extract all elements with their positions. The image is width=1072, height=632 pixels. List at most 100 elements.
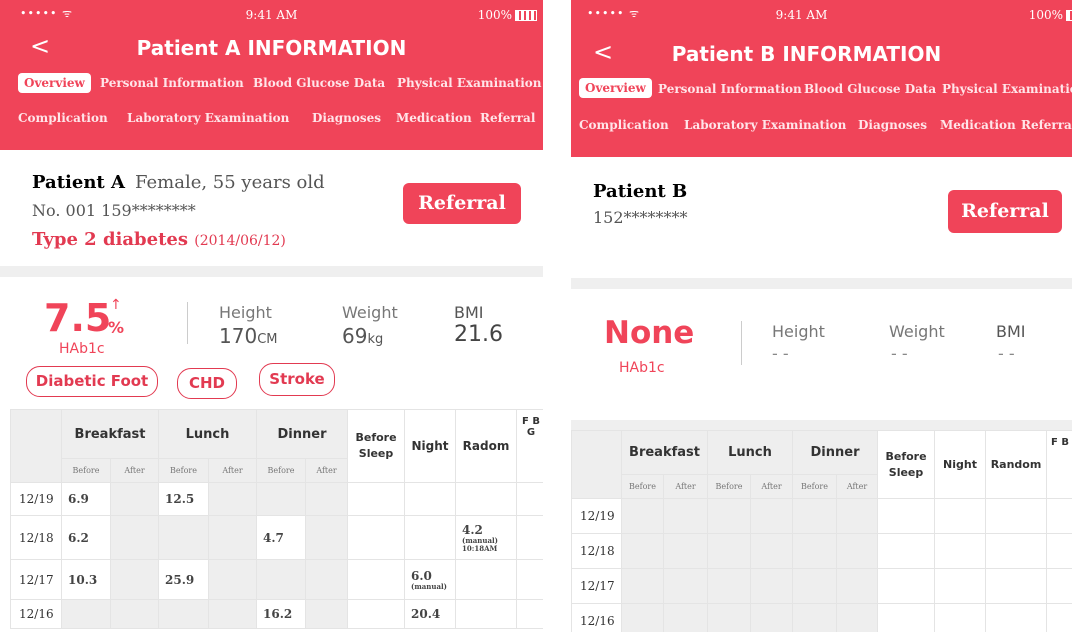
patient-b-panel: ••••• ᯤ 9:41 AM 100% < Patient B INFORMA… — [571, 0, 1072, 632]
hba1c-unit: % — [108, 318, 125, 337]
glucose-cell — [985, 568, 1048, 604]
arrow-up-icon: ↑ — [110, 297, 122, 313]
col-before-sleep: Before Sleep — [877, 430, 936, 499]
glucose-cell — [934, 603, 987, 632]
col-before-sleep: Before Sleep — [347, 409, 406, 483]
hba1c-value: 7.5 — [44, 296, 112, 340]
table-row[interactable]: 12/19 6.9 12.5 — [10, 482, 543, 516]
referral-button[interactable]: Referral — [948, 190, 1062, 233]
glucose-cell — [877, 603, 936, 632]
metric-divider — [741, 321, 742, 365]
tab-personal-information[interactable]: Personal Information — [658, 82, 802, 96]
table-row[interactable]: 12/19 — [571, 498, 1072, 534]
table-row[interactable]: 12/18 6.2 4.7 4.2 (manual) 10:18AM — [10, 515, 543, 560]
col-dinner: Dinner — [792, 430, 879, 475]
reading-value: 6.0 — [411, 568, 432, 583]
page-title: Patient A INFORMATION — [136, 36, 407, 60]
battery-text: 100% — [1028, 8, 1063, 22]
row-date: 12/16 — [10, 599, 62, 629]
glucose-cell — [516, 482, 543, 516]
battery-text: 100% — [477, 8, 512, 22]
glucose-cell — [663, 498, 708, 534]
tab-physical-examination[interactable]: Physical Examination — [942, 82, 1072, 96]
table-row[interactable]: 12/17 10.3 25.9 6.0 (manual) — [10, 559, 543, 600]
sub-before: Before — [707, 474, 751, 499]
sub-before: Before — [621, 474, 664, 499]
table-row[interactable]: 12/16 16.2 20.4 — [10, 599, 543, 629]
glucose-reading: 6.0 (manual) — [404, 559, 457, 600]
tab-blood-glucose-data[interactable]: Blood Glucose Data — [253, 76, 385, 90]
reading-time: 10:18AM — [462, 543, 498, 553]
reading-value: 10.3 — [68, 572, 98, 587]
tab-overview[interactable]: Overview — [18, 73, 91, 93]
weight-label: Weight — [342, 303, 398, 322]
tab-overview[interactable]: Overview — [579, 78, 652, 98]
divider — [571, 420, 1072, 430]
glucose-cell — [158, 599, 209, 629]
battery-indicator: 100% — [478, 8, 537, 22]
tab-laboratory-examination[interactable]: Laboratory Examination — [684, 118, 846, 132]
glucose-cell — [621, 498, 664, 534]
table-row[interactable]: 12/17 — [571, 568, 1072, 604]
glucose-cell — [792, 568, 838, 604]
glucose-cell — [347, 559, 406, 600]
tab-medication[interactable]: Medication — [396, 111, 472, 125]
height-value: - - — [772, 344, 789, 363]
glucose-cell — [110, 599, 159, 629]
complication-tag-chd[interactable]: CHD — [177, 368, 237, 399]
row-date: 12/17 — [10, 559, 62, 600]
glucose-cell — [707, 603, 751, 632]
col-lunch: Lunch — [706, 430, 794, 475]
patient-phone: 152******** — [593, 208, 688, 227]
complication-tag-diabetic-foot[interactable]: Diabetic Foot — [26, 366, 158, 397]
battery-icon — [1066, 10, 1072, 21]
glucose-reading: 25.9 — [158, 559, 209, 600]
row-date: 12/19 — [10, 482, 62, 516]
tab-blood-glucose-data[interactable]: Blood Glucose Data — [804, 82, 936, 96]
height-number: 170 — [219, 324, 258, 348]
sub-before: Before — [256, 458, 307, 483]
reading-value: 4.2 — [462, 522, 483, 537]
weight-label: Weight — [889, 322, 945, 341]
tab-laboratory-examination[interactable]: Laboratory Examination — [127, 111, 289, 125]
glucose-cell — [207, 599, 258, 629]
glucose-table: Breakfast Lunch Dinner Before Sleep Nigh… — [571, 430, 1072, 632]
glucose-cell — [663, 603, 708, 632]
tab-personal-information[interactable]: Personal Information — [100, 76, 244, 90]
table-row[interactable]: 12/16 — [571, 603, 1072, 632]
tab-diagnoses[interactable]: Diagnoses — [312, 111, 381, 125]
tab-complication[interactable]: Complication — [18, 111, 108, 125]
glucose-rows: 12/19 6.9 12.5 12/18 6.2 4.7 4.2 (manual) 10:18A… — [10, 482, 543, 629]
battery-indicator: 100% — [1029, 8, 1072, 22]
glucose-cell — [707, 498, 751, 534]
divider — [571, 278, 1072, 289]
tab-medication[interactable]: Medication — [940, 118, 1016, 132]
tab-diagnoses[interactable]: Diagnoses — [858, 118, 927, 132]
glucose-cell — [985, 498, 1048, 534]
patient-name: Patient B — [593, 181, 688, 202]
header: ••••• ᯤ 9:41 AM 100% < Patient A INFORMA… — [0, 0, 543, 150]
glucose-cell — [621, 533, 664, 569]
complication-tag-stroke[interactable]: Stroke — [259, 363, 335, 396]
referral-button[interactable]: Referral — [403, 183, 521, 224]
tab-complication[interactable]: Complication — [579, 118, 669, 132]
glucose-cell — [256, 559, 307, 600]
glucose-cell — [663, 568, 708, 604]
tab-referral[interactable]: Referral — [1021, 118, 1072, 132]
header: ••••• ᯤ 9:41 AM 100% < Patient B INFORMA… — [571, 0, 1072, 157]
col-breakfast: Breakfast — [61, 409, 159, 459]
glucose-reading: 20.4 — [404, 599, 457, 629]
reading-value: 20.4 — [411, 607, 441, 621]
col-night: Night — [404, 409, 457, 483]
table-header-row: Breakfast Lunch Dinner Before Sleep Nigh… — [571, 430, 1072, 499]
tab-referral[interactable]: Referral — [480, 111, 535, 125]
diagnosis-date: (2014/06/12) — [194, 233, 286, 249]
glucose-reading: 6.9 — [61, 482, 111, 516]
corner-cell — [10, 409, 62, 483]
glucose-cell — [305, 515, 349, 560]
weight-value: - - — [891, 344, 908, 363]
tab-physical-examination[interactable]: Physical Examination — [397, 76, 542, 90]
table-row[interactable]: 12/18 — [571, 533, 1072, 569]
glucose-cell — [934, 568, 987, 604]
col-random: Radom — [455, 409, 518, 483]
